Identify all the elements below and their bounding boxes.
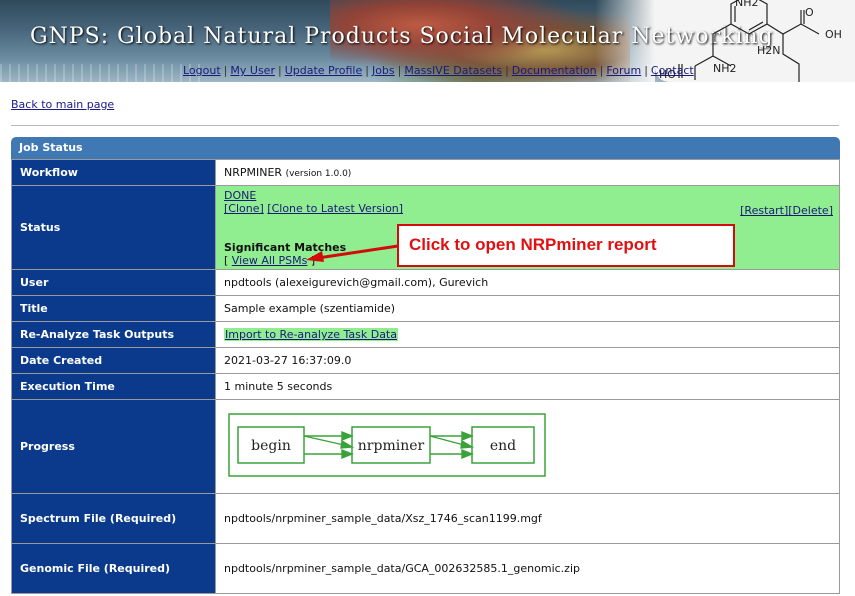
top-nav: Logout | My User | Update Profile | Jobs | MassI… [183, 64, 694, 77]
title-value: Sample example (szentiamide) [215, 295, 840, 322]
clone-link[interactable]: [Clone] [224, 202, 264, 215]
date-created-label: Date Created [11, 347, 216, 374]
workflow-value: NRPMINER (version 1.0.0) [215, 159, 840, 186]
genomic-file-label: Genomic File (Required) [11, 543, 216, 594]
nav-massive-datasets[interactable]: MassIVE Datasets [404, 64, 502, 77]
spectrum-file-value: npdtools/nrpminer_sample_data/Xsz_1746_s… [215, 493, 840, 544]
nav-my-user[interactable]: My User [230, 64, 275, 77]
table-row: Workflow NRPMINER (version 1.0.0) [11, 159, 840, 186]
spectrum-file-label: Spectrum File (Required) [11, 493, 216, 544]
restart-link[interactable]: [Restart] [740, 204, 788, 217]
user-value: npdtools (alexeigurevich@gmail.com), Gur… [215, 269, 840, 296]
clone-latest-link[interactable]: [Clone to Latest Version] [267, 202, 403, 215]
table-row: Re-Analyze Task Outputs Import to Re-ana… [11, 321, 840, 348]
workflow-label: Workflow [11, 159, 216, 186]
nav-contact[interactable]: Contact [651, 64, 694, 77]
gnps-banner: GNPS: Global Natural Products Social Mol… [0, 0, 855, 82]
nav-logout[interactable]: Logout [183, 64, 221, 77]
import-reanalyze-link[interactable]: Import to Re-analyze Task Data [224, 328, 398, 341]
job-status-header: Job Status [11, 137, 840, 159]
status-actions: [Restart][Delete] [740, 204, 833, 217]
flow-node-end-label: end [490, 438, 516, 454]
molecule-label: H2N [757, 44, 781, 57]
nav-separator: | [223, 64, 228, 77]
molecule-label: NH2 [713, 62, 737, 75]
view-bracket-open: [ [224, 254, 232, 267]
callout-arrow-icon [306, 244, 399, 262]
flow-node-nrpminer-label: nrpminer [358, 438, 425, 454]
nav-separator: | [644, 64, 648, 77]
nav-separator: | [505, 64, 509, 77]
divider [11, 125, 839, 126]
molecule-label: NH2 [735, 0, 759, 9]
status-done-link[interactable]: DONE [224, 189, 256, 202]
reanalyze-value: Import to Re-analyze Task Data [215, 321, 840, 348]
date-created-value: 2021-03-27 16:37:09.0 [215, 347, 840, 374]
nav-separator: | [599, 64, 604, 77]
nav-separator: | [397, 64, 402, 77]
table-row: User npdtools (alexeigurevich@gmail.com)… [11, 269, 840, 296]
table-row: Spectrum File (Required) npdtools/nrpmin… [11, 493, 840, 544]
nav-separator: | [365, 64, 369, 77]
job-status-panel: Job Status Workflow NRPMINER (version 1.… [11, 137, 840, 594]
flow-node-begin-label: begin [251, 438, 291, 454]
table-row: Progress begin nrpminer end [11, 399, 840, 494]
table-row: Date Created 2021-03-27 16:37:09.0 [11, 347, 840, 374]
workflow-name: NRPMINER [224, 166, 283, 179]
reanalyze-label: Re-Analyze Task Outputs [11, 321, 216, 348]
molecule-label: O [805, 6, 814, 19]
nav-separator: | [277, 64, 282, 77]
delete-link[interactable]: [Delete] [788, 204, 833, 217]
status-label: Status [11, 185, 216, 270]
molecule-label: OH [825, 28, 842, 41]
nav-forum[interactable]: Forum [606, 64, 641, 77]
table-row: Genomic File (Required) npdtools/nrpmine… [11, 543, 840, 594]
banner-skyline [0, 64, 200, 82]
progress-flow-diagram: begin nrpminer end [228, 413, 546, 477]
user-label: User [11, 269, 216, 296]
table-row: Execution Time 1 minute 5 seconds [11, 373, 840, 400]
title-label: Title [11, 295, 216, 322]
view-all-psms-link[interactable]: View All PSMs [232, 254, 308, 267]
nav-documentation[interactable]: Documentation [512, 64, 597, 77]
nav-jobs[interactable]: Jobs [372, 64, 395, 77]
execution-time-value: 1 minute 5 seconds [215, 373, 840, 400]
workflow-version: (version 1.0.0) [285, 169, 352, 179]
annotation-callout: Click to open NRPminer report [397, 224, 735, 267]
execution-time-label: Execution Time [11, 373, 216, 400]
back-to-main-link[interactable]: Back to main page [11, 98, 114, 111]
nav-update-profile[interactable]: Update Profile [285, 64, 363, 77]
progress-label: Progress [11, 399, 216, 494]
table-row: Title Sample example (szentiamide) [11, 295, 840, 322]
progress-value: begin nrpminer end [215, 399, 840, 494]
genomic-file-value: npdtools/nrpminer_sample_data/GCA_002632… [215, 543, 840, 594]
